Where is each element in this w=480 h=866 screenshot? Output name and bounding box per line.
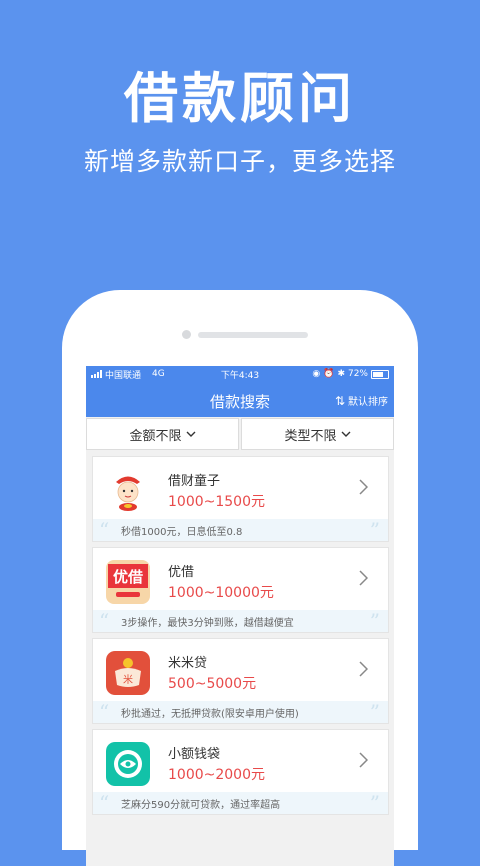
cartoon-boy-logo [106,469,150,513]
battery-text: 72% [347,369,368,379]
bluetooth-icon: ✱ [337,369,345,379]
lock-rotation-icon: ◉ [312,369,321,379]
youjie-logo: 优借 [106,560,150,604]
chevron-down-icon [341,431,350,437]
loan-note: “ 秒借1000元，日息低至0.8 ” [93,519,388,541]
loan-amount: 1000~2000元 [168,767,265,783]
speaker [198,332,308,338]
sort-icon: ⇅ [334,393,345,408]
sort-button[interactable]: ⇅ 默认排序 [334,393,388,409]
loan-note-text: 3步操作，最快3分钟到账，越借越便宜 [121,617,294,629]
alarm-icon: ⏰ [323,369,335,379]
chevron-right-icon [359,661,368,677]
loan-card[interactable]: 借财童子 1000~1500元 “ 秒借1000元，日息低至0.8 ” [92,456,389,542]
close-quote-icon: ” [369,700,380,724]
loan-name: 优借 [168,565,195,580]
close-quote-icon: ” [369,518,380,542]
close-quote-icon: ” [369,791,380,815]
loan-note: “ 3步操作，最快3分钟到账，越借越便宜 ” [93,610,388,632]
loan-name: 米米贷 [168,656,208,671]
bag-logo-text: 米 [123,673,133,686]
status-bar: 中国联通 4G 下午4:43 ◉ ⏰ ✱ 72% [86,366,394,382]
chevron-right-icon [359,752,368,768]
amount-filter[interactable]: 金额不限 [86,418,239,450]
loan-amount: 1000~1500元 [168,494,265,510]
type-filter[interactable]: 类型不限 [241,418,394,450]
hero-subtitle: 新增多款新口子，更多选择 [83,147,396,176]
loan-note-text: 秒借1000元，日息低至0.8 [121,526,243,538]
phone-screen: 中国联通 4G 下午4:43 ◉ ⏰ ✱ 72% 借款搜索 ⇅ 默认排序 金额不… [86,366,394,866]
loan-note: “ 芝麻分590分就可贷款，通过率超高 ” [93,792,388,814]
eye-logo [106,742,150,786]
open-quote-icon: “ [99,518,110,542]
open-quote-icon: “ [99,609,110,633]
phone-frame: 中国联通 4G 下午4:43 ◉ ⏰ ✱ 72% 借款搜索 ⇅ 默认排序 金额不… [62,290,418,866]
loan-card[interactable]: 米 米米贷 500~5000元 “ 秒批通过，无抵押贷款(限安卓用户使用) ” [92,638,389,724]
loan-amount: 500~5000元 [168,676,257,692]
loan-amount: 1000~10000元 [168,585,274,601]
loan-list: 借财童子 1000~1500元 “ 秒借1000元，日息低至0.8 ” 优借 优… [86,450,394,815]
chevron-down-icon [186,431,195,437]
open-quote-icon: “ [99,791,110,815]
loan-name: 借财童子 [168,474,221,489]
loan-name: 小额钱袋 [168,747,221,762]
chevron-right-icon [359,570,368,586]
loan-note-text: 芝麻分590分就可贷款，通过率超高 [121,799,281,811]
loan-note-text: 秒批通过，无抵押贷款(限安卓用户使用) [121,708,299,720]
youjie-logo-text: 优借 [113,568,143,586]
hero-title: 借款顾问 [124,67,356,130]
close-quote-icon: ” [369,609,380,633]
bag-logo: 米 [106,651,150,695]
nav-bar: 借款搜索 ⇅ 默认排序 [86,382,394,417]
battery-icon [371,369,389,379]
loan-card[interactable]: 小额钱袋 1000~2000元 “ 芝麻分590分就可贷款，通过率超高 ” [92,729,389,815]
filter-bar: 金额不限 类型不限 [86,418,394,450]
camera [182,330,191,339]
sort-label: 默认排序 [348,397,388,408]
chevron-right-icon [359,479,368,495]
loan-card[interactable]: 优借 优借 1000~10000元 “ 3步操作，最快3分钟到账，越借越便宜 ” [92,547,389,633]
amount-filter-label: 金额不限 [129,428,182,444]
loan-note: “ 秒批通过，无抵押贷款(限安卓用户使用) ” [93,701,388,723]
type-filter-label: 类型不限 [284,428,337,444]
open-quote-icon: “ [99,700,110,724]
